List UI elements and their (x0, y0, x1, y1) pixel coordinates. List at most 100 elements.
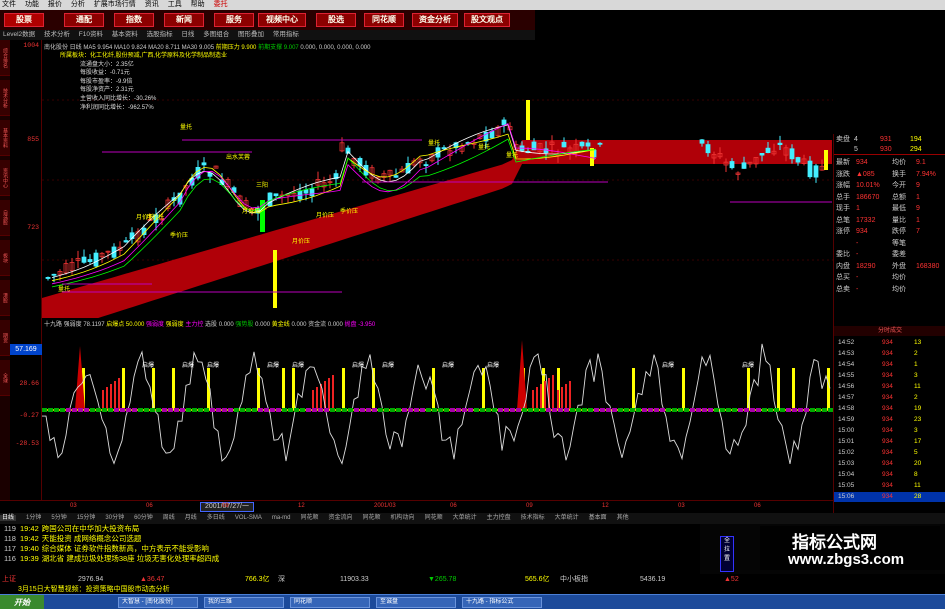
menu-info[interactable]: 资讯 (145, 1, 159, 8)
toolbar-tech[interactable]: 技术分析 (44, 31, 70, 38)
period-tab[interactable]: 其他 (617, 515, 629, 521)
nav-news-button[interactable]: 新闻 (164, 13, 204, 27)
side-button-set[interactable]: 置 (721, 555, 733, 564)
left-tab-basic[interactable]: 基本资料 (0, 120, 10, 156)
strength-bar (328, 378, 330, 410)
side-button-all[interactable]: 全 (721, 537, 733, 546)
news-list: 119 19:42 跨国公司在中华加大投资布局 118 19:42 天能投资 成网络概念公… (0, 524, 700, 574)
axis-label-mid: 723 (27, 224, 39, 231)
period-tab[interactable]: 多日线 (207, 515, 225, 521)
left-tab-global[interactable]: 全球 (0, 360, 10, 396)
toolbar-common[interactable]: 常用指标 (273, 31, 299, 38)
menu-bar: 文件 功能 报价 分析 扩展市场行情 资讯 工具 帮助 委托 (0, 0, 945, 10)
nav-index-button[interactable]: 指数 (114, 13, 154, 27)
side-buttons[interactable]: 全 拉 置 (720, 536, 734, 572)
toolbar-overlay[interactable]: 图形叠加 (238, 31, 264, 38)
menu-trade[interactable]: 委托 (214, 1, 228, 8)
tick-time: 14:54 (838, 361, 855, 368)
quote-value: 934 (856, 228, 868, 235)
news-item[interactable]: 119 19:42 跨国公司在中华加大投资布局 (0, 524, 700, 534)
quote-label: 总笔 (836, 216, 850, 224)
period-tab[interactable]: 主力控盘 (487, 515, 511, 521)
candle-body (777, 142, 783, 145)
strength-block (198, 408, 203, 412)
period-tab[interactable]: 机构动向 (391, 515, 415, 521)
period-tab[interactable]: 同花顺 (301, 515, 319, 521)
toolbar-level2[interactable]: Level2数据 (3, 31, 35, 38)
left-tab-news[interactable]: 资讯中心 (0, 160, 10, 196)
nav-fund-button[interactable]: 资金分析 (412, 13, 458, 27)
period-tab[interactable]: 60分钟 (134, 515, 153, 521)
period-tab[interactable]: 基本面 (589, 515, 607, 521)
nav-select-button[interactable]: 股选 (316, 13, 356, 27)
news-item[interactable]: 116 19:39 湖北省 建成垃圾处理场38座 垃圾无害化处理率超四成 (0, 554, 700, 564)
period-tab[interactable]: 5分钟 (51, 515, 66, 521)
nav-service-button[interactable]: 服务 (214, 13, 254, 27)
menu-quote[interactable]: 报价 (48, 1, 62, 8)
quote-value: 934 (856, 159, 868, 166)
strength-block (810, 408, 815, 412)
left-tab-sector[interactable]: 板块 (0, 240, 10, 276)
period-tab[interactable]: 日线 (0, 515, 17, 521)
toolbar-basic[interactable]: 基本资料 (112, 31, 138, 38)
toolbar-daily[interactable]: 日线 (181, 31, 194, 38)
menu-tools[interactable]: 工具 (168, 1, 182, 8)
left-tab-futures[interactable]: 期货 (0, 320, 10, 356)
toolbar-f10[interactable]: F10资料 (79, 31, 103, 38)
news-item[interactable]: 118 19:42 天能投资 成网络概念公司选题 (0, 534, 700, 544)
taskbar-app-1[interactable]: 大智慧 - [南化股份] (118, 597, 198, 608)
toolbar-indicator[interactable]: 选股指标 (147, 31, 173, 38)
menu-file[interactable]: 文件 (2, 1, 16, 8)
nav-quote-button[interactable]: 通配 (64, 13, 104, 27)
axis-label-upper: 855 (27, 136, 39, 143)
left-tab-hk[interactable]: 港股 (0, 280, 10, 316)
nav-opinion-button[interactable]: 股文观点 (464, 13, 510, 27)
period-tab[interactable]: 月线 (185, 515, 197, 521)
price-ribbon-band (42, 140, 832, 318)
candle-body (267, 192, 273, 207)
taskbar-app-5[interactable]: 十九路 - 指标公式 (462, 597, 542, 608)
peak-spike (517, 340, 527, 410)
side-button-pull[interactable]: 拉 (721, 546, 733, 555)
indicator-baseline (42, 408, 833, 412)
menu-help[interactable]: 帮助 (191, 1, 205, 8)
period-tab[interactable]: 技术指标 (521, 515, 545, 521)
taskbar-app-2[interactable]: 我的三维 (204, 597, 284, 608)
period-tab[interactable]: 同花顺 (425, 515, 443, 521)
period-tab[interactable]: 30分钟 (105, 515, 124, 521)
period-tab[interactable]: 15分钟 (77, 515, 96, 521)
period-tab[interactable]: 周线 (163, 515, 175, 521)
period-tab[interactable]: 大单统计 (555, 515, 579, 521)
left-tab-tech[interactable]: 技术分析 (0, 80, 10, 116)
nav-stock-button[interactable]: 股票 (4, 13, 44, 27)
start-button[interactable]: 开始 (0, 595, 44, 609)
news-number: 117 (4, 544, 16, 553)
toolbar-multi[interactable]: 多图组合 (203, 31, 229, 38)
nav-ths-button[interactable]: 同花顺 (364, 13, 404, 27)
strength-block (402, 408, 407, 412)
indicator-chart[interactable] (42, 318, 833, 500)
quote-value-2: 7 (916, 228, 920, 235)
strength-block (180, 408, 185, 412)
left-tab-ranking[interactable]: 综合排名 (0, 40, 10, 76)
period-tab[interactable]: 大单统计 (453, 515, 477, 521)
candle-body (201, 162, 207, 166)
period-tab[interactable]: 1分钟 (26, 515, 41, 521)
period-tab[interactable]: VOL-SMA (235, 515, 262, 521)
menu-function[interactable]: 功能 (25, 1, 39, 8)
left-tab-watchlist[interactable]: 自选股 (0, 200, 10, 236)
quote-sell-vol-4: 194 (910, 136, 922, 143)
news-ticker[interactable]: 3月15日大智慧视频：投资策略中国股市动态分析 (0, 585, 945, 594)
period-tab[interactable]: 资金流向 (329, 515, 353, 521)
news-item[interactable]: 117 19:40 综合媒体 证券软件指数新高，中方表示不能受影响 (0, 544, 700, 554)
strength-block (732, 408, 737, 412)
menu-extended[interactable]: 扩展市场行情 (94, 1, 136, 8)
time-axis-label: 12 (602, 503, 609, 509)
nav-video-button[interactable]: 视频中心 (258, 13, 306, 27)
candle-body (759, 153, 765, 156)
taskbar-app-4[interactable]: 至诚盘 (376, 597, 456, 608)
menu-analysis[interactable]: 分析 (71, 1, 85, 8)
period-tab[interactable]: ma-md (272, 515, 291, 521)
period-tab[interactable]: 同花顺 (363, 515, 381, 521)
taskbar-app-3[interactable]: 同花顺 (290, 597, 370, 608)
